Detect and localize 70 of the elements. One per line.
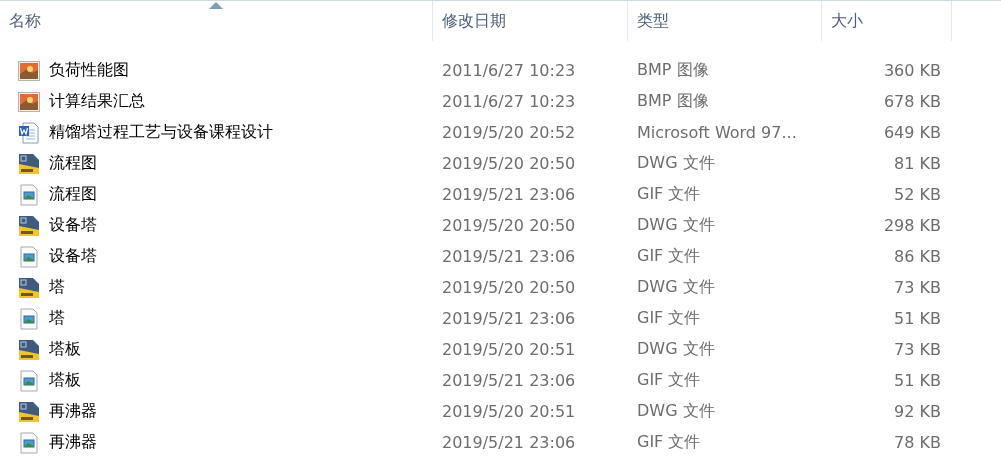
image-file-icon <box>18 60 40 81</box>
column-header[interactable]: 名称 <box>0 1 433 41</box>
column-header[interactable]: 大小 <box>822 1 952 41</box>
modified-date: 2019/5/21 23:06 <box>441 433 577 452</box>
image-file-icon <box>18 91 40 112</box>
file-name[interactable]: 塔 <box>49 277 65 298</box>
modified-date: 2019/5/21 23:06 <box>441 371 577 390</box>
file-name[interactable]: 再沸器 <box>49 401 97 422</box>
file-type: GIF 文件 <box>636 308 702 329</box>
file-type: GIF 文件 <box>636 370 702 391</box>
cad-drawing-icon <box>18 214 40 237</box>
word-document-icon <box>18 121 40 144</box>
file-size: 78 KB <box>893 433 942 452</box>
modified-date: 2019/5/20 20:51 <box>441 402 577 421</box>
file-name[interactable]: 塔 <box>49 308 65 329</box>
file-name[interactable]: 再沸器 <box>49 432 97 453</box>
modified-date: 2019/5/20 20:51 <box>441 340 577 359</box>
modified-date: 2019/5/20 20:50 <box>441 278 577 297</box>
image-file-icon <box>18 183 40 206</box>
sort-caret-icon <box>209 2 223 9</box>
modified-date: 2019/5/21 23:06 <box>441 247 577 266</box>
cad-drawing-icon <box>18 152 40 175</box>
column-header[interactable]: 修改日期 <box>433 1 628 41</box>
file-type: DWG 文件 <box>636 277 716 298</box>
file-name[interactable]: 计算结果汇总 <box>49 91 145 112</box>
modified-date: 2011/6/27 10:23 <box>441 92 577 111</box>
file-size: 51 KB <box>893 309 942 328</box>
file-size: 73 KB <box>893 340 942 359</box>
file-size: 298 KB <box>882 216 942 235</box>
modified-date: 2019/5/21 23:06 <box>441 309 577 328</box>
cad-drawing-icon <box>18 400 40 423</box>
image-file-icon <box>18 431 40 454</box>
file-size: 73 KB <box>893 278 942 297</box>
file-name[interactable]: 塔板 <box>49 339 81 360</box>
file-name[interactable]: 负荷性能图 <box>49 60 129 81</box>
file-type: DWG 文件 <box>636 339 716 360</box>
image-file-icon <box>18 369 40 392</box>
image-file-icon <box>18 307 40 330</box>
file-size: 649 KB <box>882 123 942 142</box>
file-name[interactable]: 流程图 <box>49 184 97 205</box>
file-size: 51 KB <box>893 371 942 390</box>
file-type: GIF 文件 <box>636 184 702 205</box>
file-name[interactable]: 设备塔 <box>49 246 97 267</box>
file-type: BMP 图像 <box>636 60 710 81</box>
file-name[interactable]: 设备塔 <box>49 215 97 236</box>
file-size: 360 KB <box>882 61 942 80</box>
cad-drawing-icon <box>18 276 40 299</box>
file-name[interactable]: 流程图 <box>49 153 97 174</box>
file-type: GIF 文件 <box>636 246 702 267</box>
file-type: Microsoft Word 97... <box>636 123 798 142</box>
file-size: 86 KB <box>893 247 942 266</box>
file-type: DWG 文件 <box>636 153 716 174</box>
column-header[interactable]: 类型 <box>628 1 822 41</box>
file-size: 81 KB <box>893 154 942 173</box>
file-type: BMP 图像 <box>636 91 710 112</box>
cad-drawing-icon <box>18 338 40 361</box>
modified-date: 2019/5/21 23:06 <box>441 185 577 204</box>
file-size: 52 KB <box>893 185 942 204</box>
file-type: DWG 文件 <box>636 215 716 236</box>
modified-date: 2019/5/20 20:52 <box>441 123 577 142</box>
file-name[interactable]: 精馏塔过程工艺与设备课程设计 <box>49 122 273 143</box>
file-type: GIF 文件 <box>636 432 702 453</box>
file-size: 678 KB <box>882 92 942 111</box>
modified-date: 2019/5/20 20:50 <box>441 154 577 173</box>
modified-date: 2019/5/20 20:50 <box>441 216 577 235</box>
modified-date: 2011/6/27 10:23 <box>441 61 577 80</box>
file-type: DWG 文件 <box>636 401 716 422</box>
file-size: 92 KB <box>893 402 942 421</box>
image-file-icon <box>18 245 40 268</box>
file-name[interactable]: 塔板 <box>49 370 81 391</box>
